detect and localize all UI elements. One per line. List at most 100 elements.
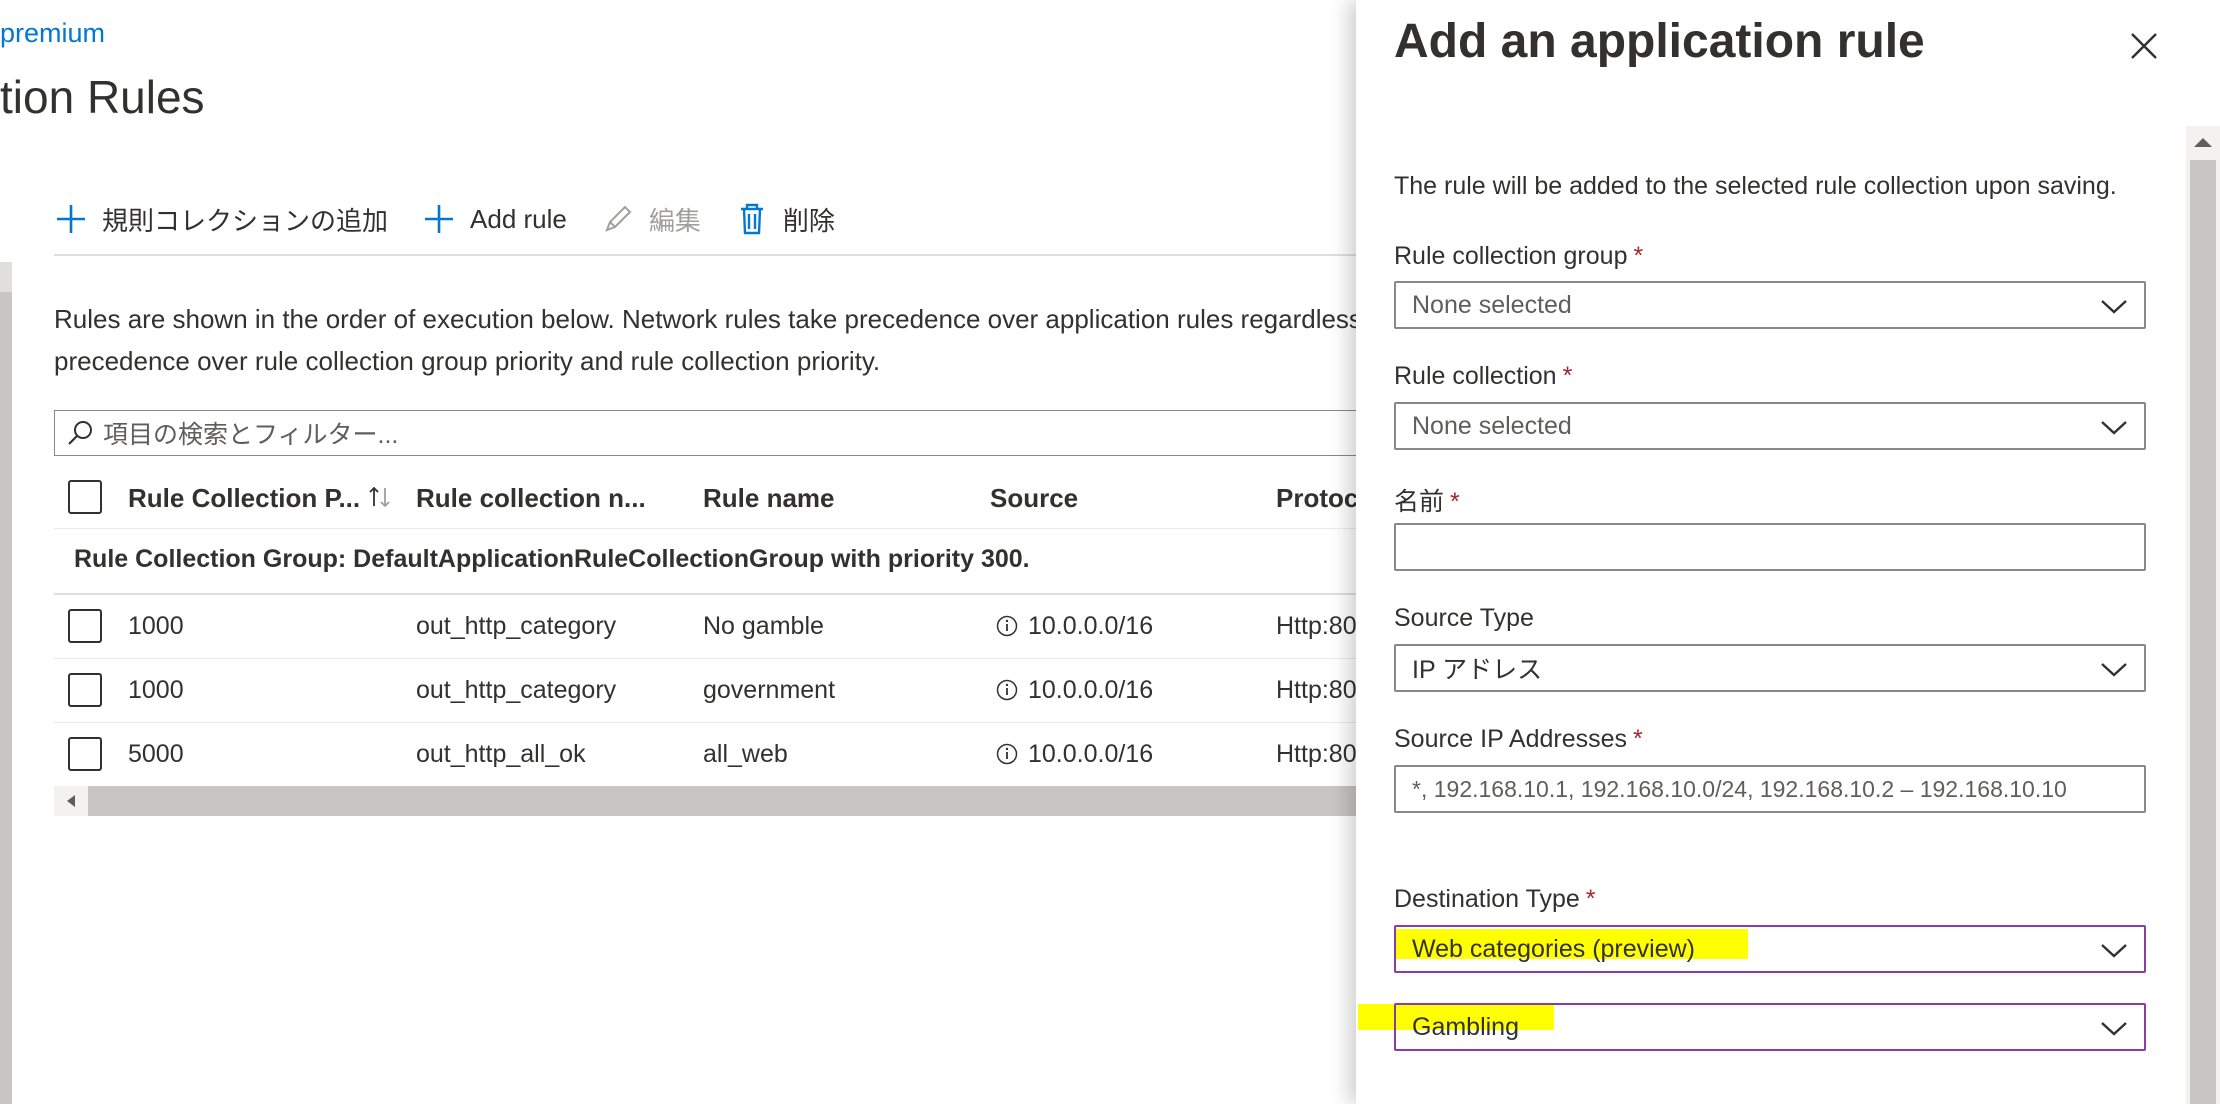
chevron-down-icon <box>2101 421 2127 435</box>
source-type-dropdown[interactable]: IP アドレス <box>1394 644 2146 692</box>
edit-label: 編集 <box>648 205 701 236</box>
cell-rule-name: government <box>703 676 836 704</box>
panel-intro-text: The rule will be added to the selected r… <box>1394 172 2117 200</box>
row-checkbox[interactable] <box>68 673 102 707</box>
source-type-label: Source Type <box>1394 604 1534 632</box>
cell-source-value: 10.0.0.0/16 <box>1028 612 1154 640</box>
toolbar-divider <box>54 254 1356 256</box>
cell-collection: out_http_all_ok <box>416 740 586 768</box>
panel-title: Add an application rule <box>1394 15 1925 68</box>
row-checkbox[interactable] <box>68 609 102 643</box>
trash-icon <box>740 203 763 235</box>
column-header-priority[interactable]: Rule Collection P... <box>128 483 393 514</box>
column-header-source[interactable]: Source <box>990 483 1078 514</box>
table-row[interactable]: 1000 out_http_category No gamble 10.0.0.… <box>54 595 1357 659</box>
row-checkbox[interactable] <box>68 737 102 771</box>
table-header-row: Rule Collection P... Rule collection n..… <box>54 466 1358 529</box>
scroll-left-icon <box>67 795 75 807</box>
rule-collection-group-row[interactable]: Rule Collection Group: DefaultApplicatio… <box>54 529 1356 595</box>
breadcrumb-link[interactable]: premium <box>0 18 105 49</box>
add-rule-label: Add rule <box>470 203 567 234</box>
cell-rule-name: all_web <box>703 740 788 768</box>
column-header-collection-name[interactable]: Rule collection n... <box>416 483 646 514</box>
rule-collection-group-value: None selected <box>1412 290 1572 319</box>
source-ip-input[interactable]: *, 192.168.10.1, 192.168.10.0/24, 192.16… <box>1394 765 2146 813</box>
left-scrollbar[interactable] <box>0 262 12 1104</box>
source-type-value: IP アドレス <box>1412 656 1543 684</box>
rule-collection-group-label: Rule collection group * <box>1394 242 1643 271</box>
required-marker: * <box>1633 242 1644 270</box>
add-rule-collection-button[interactable]: 規則コレクションの追加 <box>54 201 388 238</box>
search-icon <box>68 421 92 445</box>
cell-collection: out_http_category <box>416 612 617 640</box>
cell-source: 10.0.0.0/16 <box>996 740 1153 769</box>
chevron-down-icon <box>2101 663 2127 677</box>
cell-protocol: Http:80 <box>1276 612 1357 640</box>
rule-collection-dropdown[interactable]: None selected <box>1394 402 2146 450</box>
column-header-priority-label: Rule Collection P... <box>128 483 361 513</box>
required-marker: * <box>1450 488 1460 516</box>
panel-scrollbar-thumb[interactable] <box>2190 160 2216 1104</box>
horizontal-scrollbar[interactable] <box>54 786 1356 816</box>
info-icon[interactable] <box>996 743 1018 765</box>
required-marker: * <box>1562 362 1573 390</box>
toolbar: 規則コレクションの追加 Add rule 編集 削除 <box>54 196 869 242</box>
description-line-2: precedence over rule collection group pr… <box>54 346 881 376</box>
edit-button[interactable]: 編集 <box>601 201 701 238</box>
scroll-up-icon[interactable] <box>2192 134 2214 150</box>
destination-type-label-text: Destination Type <box>1394 885 1580 913</box>
close-icon[interactable] <box>2126 28 2162 64</box>
destination-category-value: Gambling <box>1412 1012 1519 1041</box>
search-input[interactable]: 項目の検索とフィルター... <box>54 410 1356 456</box>
chevron-down-icon <box>2101 300 2127 314</box>
panel-vertical-scrollbar[interactable] <box>2186 126 2220 1104</box>
scroll-left-button[interactable] <box>54 786 88 816</box>
cell-priority: 1000 <box>128 676 184 704</box>
name-input[interactable] <box>1394 523 2146 571</box>
chevron-down-icon <box>2101 944 2127 958</box>
rules-table: Rule Collection P... Rule collection n..… <box>54 466 1358 787</box>
rule-collection-label-text: Rule collection <box>1394 362 1557 390</box>
destination-type-label: Destination Type * <box>1394 885 1596 914</box>
cell-collection: out_http_category <box>416 676 617 704</box>
cell-rule-name: No gamble <box>703 612 824 640</box>
cell-source: 10.0.0.0/16 <box>996 676 1153 705</box>
delete-label: 削除 <box>782 205 835 236</box>
cell-priority: 5000 <box>128 740 184 768</box>
column-header-rule-name[interactable]: Rule name <box>703 483 835 514</box>
destination-type-dropdown[interactable]: Web categories (preview) <box>1394 925 2146 973</box>
cell-source-value: 10.0.0.0/16 <box>1028 676 1154 704</box>
chevron-down-icon <box>2101 1022 2127 1036</box>
rules-description: Rules are shown in the order of executio… <box>54 298 1356 382</box>
cell-source-value: 10.0.0.0/16 <box>1028 740 1154 768</box>
search-placeholder: 項目の検索とフィルター... <box>103 421 399 449</box>
required-marker: * <box>1585 885 1596 913</box>
cell-source: 10.0.0.0/16 <box>996 612 1153 641</box>
rule-collection-group-label: Rule Collection Group: DefaultApplicatio… <box>74 545 1030 573</box>
table-row[interactable]: 1000 out_http_category government 10.0.0… <box>54 659 1357 723</box>
background-page: premium tion Rules 規則コレクションの追加 Add rule … <box>0 0 1358 1104</box>
required-marker: * <box>1633 725 1643 753</box>
destination-category-dropdown[interactable]: Gambling <box>1394 1003 2146 1051</box>
page-title: tion Rules <box>0 71 205 123</box>
source-ip-label: Source IP Addresses * <box>1394 725 1643 754</box>
add-application-rule-panel: Add an application rule The rule will be… <box>1356 0 2220 1104</box>
rule-collection-value: None selected <box>1412 411 1572 440</box>
add-rule-button[interactable]: Add rule <box>422 202 567 236</box>
destination-type-value: Web categories (preview) <box>1412 934 1695 963</box>
table-row[interactable]: 5000 out_http_all_ok all_web 10.0.0.0/16… <box>54 723 1357 787</box>
rule-collection-group-dropdown[interactable]: None selected <box>1394 281 2146 329</box>
cell-protocol: Http:80 <box>1276 740 1357 768</box>
info-icon[interactable] <box>996 615 1018 637</box>
rule-collection-group-label-text: Rule collection group <box>1394 242 1628 270</box>
column-header-protocol[interactable]: Protoc <box>1276 483 1358 514</box>
plus-icon <box>425 205 454 233</box>
name-label: 名前 * <box>1394 482 1460 518</box>
cell-protocol: Http:80 <box>1276 676 1357 704</box>
select-all-checkbox[interactable] <box>68 480 102 514</box>
delete-button[interactable]: 削除 <box>735 201 835 238</box>
pencil-icon <box>605 205 632 232</box>
source-ip-label-text: Source IP Addresses <box>1394 725 1628 753</box>
info-icon[interactable] <box>996 679 1018 701</box>
plus-icon <box>57 205 85 233</box>
